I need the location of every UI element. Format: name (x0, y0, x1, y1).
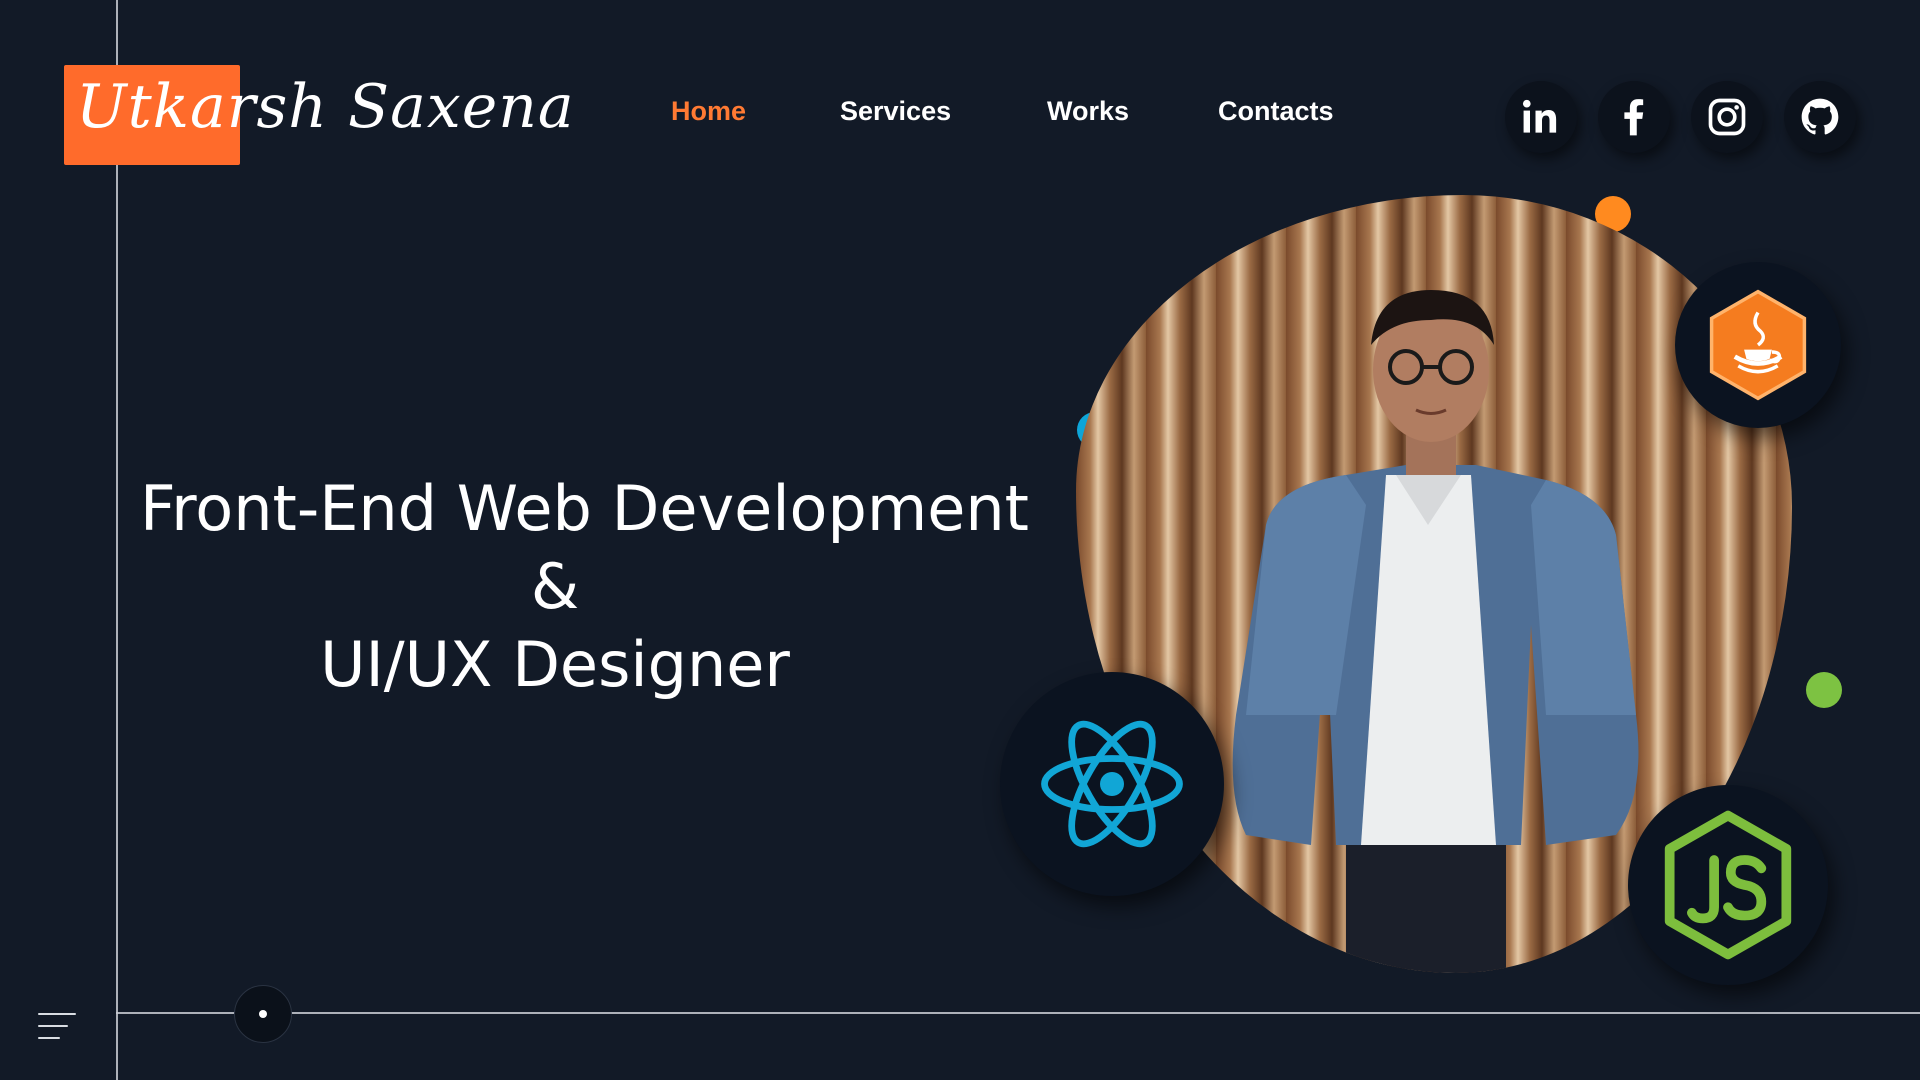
instagram-icon (1708, 98, 1746, 136)
scroll-indicator[interactable] (234, 985, 292, 1043)
nav-works[interactable]: Works (1047, 96, 1129, 127)
hero-line-1: Front-End Web Development (140, 472, 1029, 545)
java-icon (1709, 289, 1807, 401)
scroll-indicator-dot (259, 1010, 267, 1018)
menu-bar-3 (38, 1037, 60, 1039)
menu-bar-2 (38, 1025, 68, 1027)
hero-line-3: UI/UX Designer (320, 628, 790, 701)
facebook-icon (1624, 99, 1644, 136)
horizontal-guide-line (116, 1012, 1920, 1014)
java-badge (1675, 262, 1841, 428)
react-badge (1000, 672, 1224, 896)
nodejs-badge (1628, 785, 1828, 985)
menu-icon[interactable] (38, 1011, 76, 1045)
green-dot (1806, 672, 1842, 708)
menu-bar-1 (38, 1013, 76, 1015)
linkedin-icon (1522, 99, 1557, 133)
react-icon (1041, 720, 1183, 848)
facebook-link[interactable] (1598, 81, 1670, 153)
nodejs-icon (1664, 810, 1792, 960)
hero-line-2: & (530, 550, 580, 623)
github-link[interactable] (1784, 81, 1856, 153)
nav-services[interactable]: Services (840, 96, 951, 127)
logo[interactable]: Utkarsh Saxena (76, 72, 575, 142)
github-icon (1801, 98, 1839, 135)
hero-heading: Front-End Web Development & UI/UX Design… (140, 470, 1029, 704)
nav-home[interactable]: Home (671, 96, 746, 127)
nav-contacts[interactable]: Contacts (1218, 96, 1334, 127)
linkedin-link[interactable] (1505, 81, 1577, 153)
instagram-link[interactable] (1691, 81, 1763, 153)
